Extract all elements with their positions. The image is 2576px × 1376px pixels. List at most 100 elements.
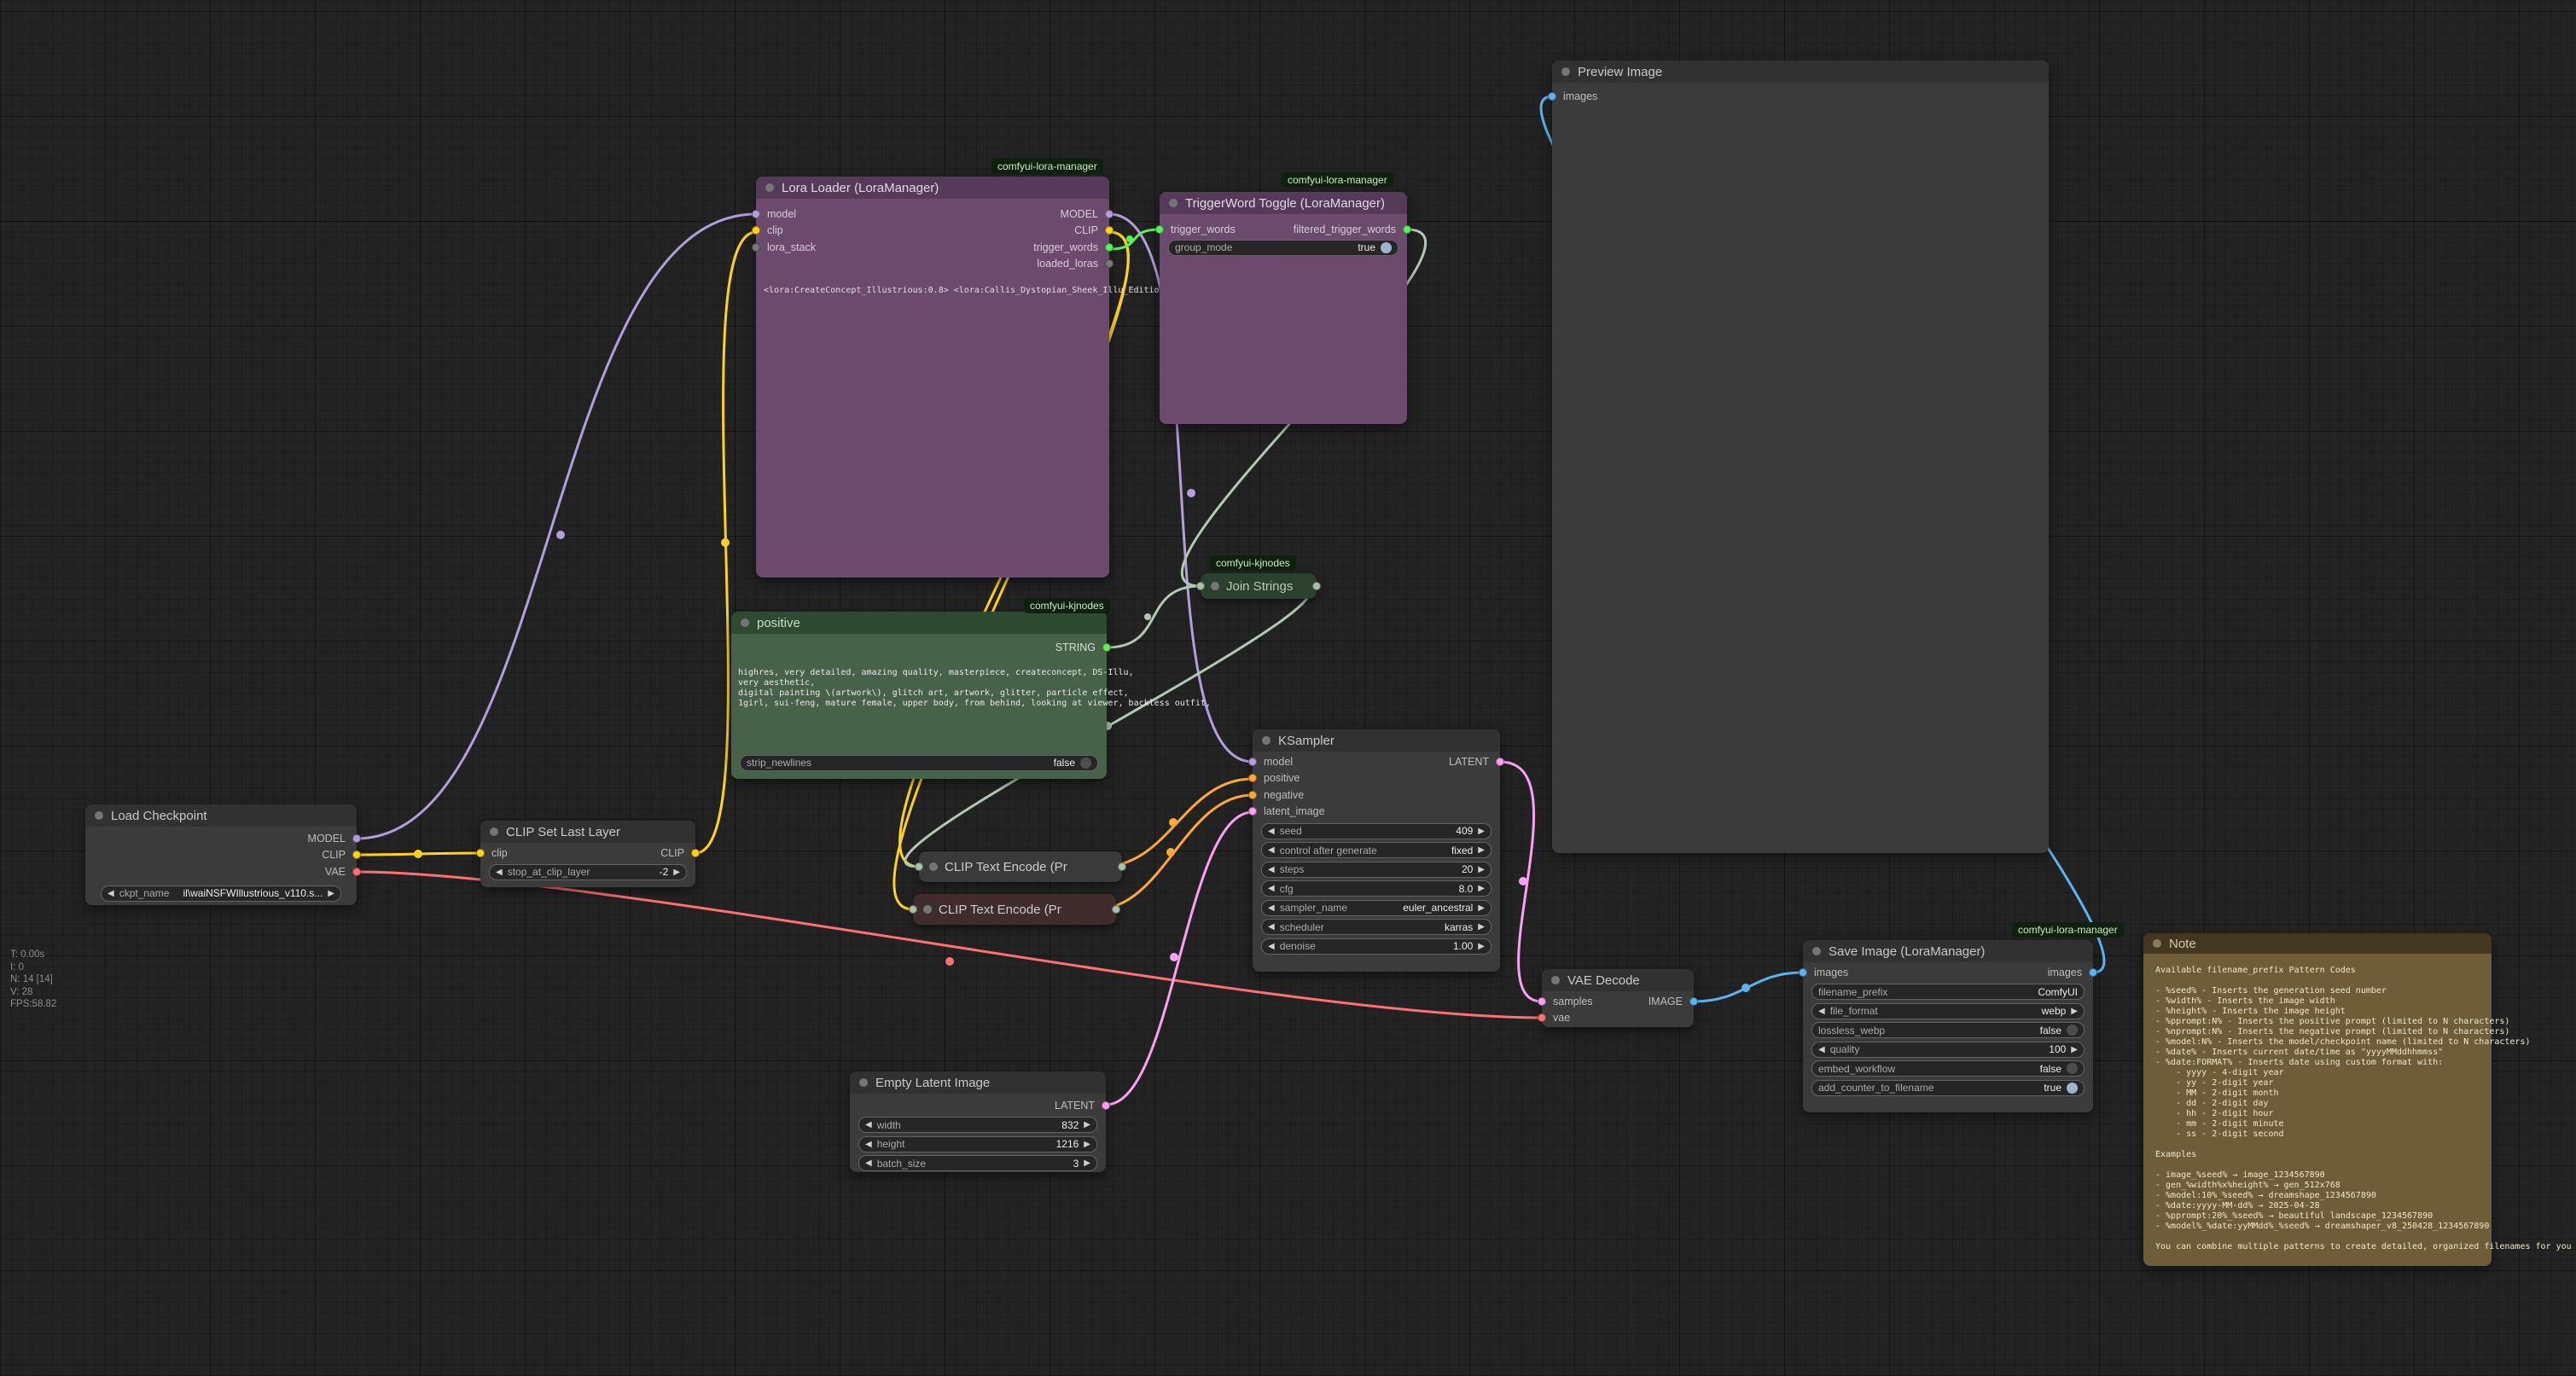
decrement-arrow-icon[interactable]: ◀	[865, 1158, 872, 1168]
node-titlebar[interactable]: Empty Latent Image	[850, 1071, 1106, 1094]
port-filtered-trigger-words-out[interactable]	[1403, 225, 1411, 234]
stop-at-clip-layer-widget[interactable]: ◀ stop_at_clip_layer -2 ▶	[489, 864, 687, 880]
increment-arrow-icon[interactable]: ▶	[1084, 1140, 1090, 1149]
port-trigger-words-in[interactable]	[1155, 225, 1164, 234]
node-titlebar[interactable]: CLIP Set Last Layer	[480, 821, 695, 843]
collapse-dot[interactable]	[929, 862, 938, 871]
collapse-dot[interactable]	[1211, 582, 1219, 590]
lossless-webp-widget[interactable]: lossless_webp false	[1811, 1022, 2085, 1038]
group-mode-widget[interactable]: group_mode true	[1168, 240, 1398, 256]
decrement-arrow-icon[interactable]: ◀	[865, 1140, 872, 1149]
node-empty-latent-image[interactable]: Empty Latent Image LATENT ◀ width 832 ▶ …	[850, 1071, 1106, 1172]
toggle-knob[interactable]	[2067, 1025, 2078, 1036]
port-images-in[interactable]	[1799, 968, 1807, 977]
decrement-arrow-icon[interactable]: ◀	[1268, 903, 1275, 913]
port-negative-in[interactable]	[1248, 791, 1257, 799]
increment-arrow-icon[interactable]: ▶	[1478, 827, 1485, 836]
port-model-out[interactable]	[352, 834, 361, 843]
cfg-widget[interactable]: ◀ cfg 8.0 ▶	[1261, 880, 1492, 897]
control-after-generate-widget[interactable]: ◀ control after generate fixed ▶	[1261, 842, 1492, 858]
port-model-in[interactable]	[752, 210, 760, 218]
strip-newlines-widget[interactable]: strip_newlines false	[740, 755, 1098, 771]
port-vae-out[interactable]	[352, 868, 361, 876]
collapse-dot[interactable]	[765, 183, 774, 192]
collapse-dot[interactable]	[1561, 67, 1570, 76]
decrement-arrow-icon[interactable]: ◀	[1268, 922, 1275, 932]
height-widget[interactable]: ◀ height 1216 ▶	[858, 1136, 1097, 1152]
decrement-arrow-icon[interactable]: ◀	[1268, 865, 1275, 874]
port-samples-in[interactable]	[1538, 997, 1546, 1006]
collapse-dot[interactable]	[923, 905, 932, 914]
collapse-dot[interactable]	[1262, 736, 1271, 745]
port-loaded-loras-out[interactable]	[1105, 259, 1114, 268]
node-positive-prompt[interactable]: positive STRING highres, very detailed, …	[731, 612, 1107, 779]
node-clip-text-encode-positive[interactable]: CLIP Text Encode (Pr	[919, 851, 1122, 882]
collapse-dot[interactable]	[95, 811, 103, 820]
node-titlebar[interactable]: Preview Image	[1552, 61, 2049, 83]
collapse-dot[interactable]	[1551, 976, 1560, 984]
sampler-name-widget[interactable]: ◀ sampler_name euler_ancestral ▶	[1261, 900, 1492, 916]
port-strings-in[interactable]	[1196, 582, 1205, 590]
node-titlebar[interactable]: TriggerWord Toggle (LoraManager)	[1160, 192, 1407, 214]
increment-arrow-icon[interactable]: ▶	[328, 889, 334, 898]
node-titlebar[interactable]: KSampler	[1253, 729, 1500, 752]
filename-prefix-widget[interactable]: filename_prefix ComfyUI	[1811, 984, 2085, 1000]
node-preview-image[interactable]: Preview Image images	[1552, 61, 2049, 853]
node-graph-canvas[interactable]: T: 0.00s I: 0 N: 14 [14] V: 28 FPS:58.82…	[0, 0, 2576, 1376]
collapse-dot[interactable]	[2153, 939, 2161, 948]
quality-widget[interactable]: ◀ quality 100 ▶	[1811, 1042, 2085, 1058]
decrement-arrow-icon[interactable]: ◀	[496, 868, 503, 877]
decrement-arrow-icon[interactable]: ◀	[1268, 942, 1275, 951]
port-latent-out[interactable]	[1496, 758, 1504, 766]
collapse-dot[interactable]	[490, 827, 498, 836]
collapse-dot[interactable]	[859, 1078, 868, 1087]
decrement-arrow-icon[interactable]: ◀	[1818, 1007, 1825, 1016]
port-trigger-words-out[interactable]	[1105, 243, 1114, 252]
add-counter-to-filename-widget[interactable]: add_counter_to_filename true	[1811, 1080, 2085, 1096]
increment-arrow-icon[interactable]: ▶	[1478, 942, 1485, 951]
decrement-arrow-icon[interactable]: ◀	[1268, 884, 1275, 893]
node-titlebar[interactable]: Lora Loader (LoraManager)	[756, 177, 1109, 199]
port-string-out[interactable]	[1102, 643, 1111, 652]
port-vae-in[interactable]	[1538, 1013, 1546, 1022]
node-clip-set-last-layer[interactable]: CLIP Set Last Layer clip CLIP ◀ stop_at_…	[480, 821, 695, 887]
width-widget[interactable]: ◀ width 832 ▶	[858, 1117, 1097, 1133]
node-titlebar[interactable]: Save Image (LoraManager)	[1803, 940, 2093, 962]
port-latent-image-in[interactable]	[1248, 807, 1257, 816]
toggle-knob[interactable]	[1381, 242, 1392, 253]
node-titlebar[interactable]: Note	[2143, 933, 2492, 954]
node-clip-text-encode-negative[interactable]: CLIP Text Encode (Pr	[913, 894, 1116, 925]
collapse-dot[interactable]	[1812, 947, 1821, 955]
port-lora-stack-in[interactable]	[752, 243, 760, 252]
seed-widget[interactable]: ◀ seed 409 ▶	[1261, 823, 1492, 839]
decrement-arrow-icon[interactable]: ◀	[865, 1120, 872, 1129]
increment-arrow-icon[interactable]: ▶	[2071, 1045, 2078, 1054]
port-model-out[interactable]	[1105, 210, 1114, 218]
ckpt-name-widget[interactable]: ◀ ckpt_name il\waiNSFWIllustrious_v110.s…	[101, 885, 341, 902]
port-clip-out[interactable]	[1105, 226, 1114, 235]
increment-arrow-icon[interactable]: ▶	[1478, 903, 1485, 913]
node-note[interactable]: Note Available filename_prefix Pattern C…	[2143, 933, 2492, 1266]
increment-arrow-icon[interactable]: ▶	[673, 868, 680, 877]
increment-arrow-icon[interactable]: ▶	[1478, 884, 1485, 893]
port-clip-in[interactable]	[752, 226, 760, 235]
collapse-dot[interactable]	[741, 618, 749, 627]
node-titlebar[interactable]: Load Checkpoint	[85, 804, 357, 827]
decrement-arrow-icon[interactable]: ◀	[1818, 1045, 1825, 1054]
port-conditioning-out[interactable]	[1118, 862, 1126, 871]
port-in[interactable]	[915, 862, 923, 871]
port-in[interactable]	[909, 905, 917, 914]
node-vae-decode[interactable]: VAE Decode samples IMAGE vae	[1542, 969, 1694, 1027]
collapse-dot[interactable]	[1169, 199, 1178, 207]
node-ksampler[interactable]: KSampler model LATENT positive negative …	[1253, 729, 1500, 972]
port-model-in[interactable]	[1248, 758, 1257, 766]
port-clip-out[interactable]	[352, 851, 361, 859]
port-positive-in[interactable]	[1248, 774, 1257, 782]
node-lora-loader[interactable]: Lora Loader (LoraManager) model MODEL cl…	[756, 177, 1109, 578]
steps-widget[interactable]: ◀ steps 20 ▶	[1261, 862, 1492, 878]
port-conditioning-out[interactable]	[1112, 905, 1120, 914]
node-titlebar[interactable]: positive	[731, 612, 1107, 634]
lora-syntax-text[interactable]: <lora:CreateConcept_Illustrious:0.8> <lo…	[764, 286, 1190, 296]
port-image-out[interactable]	[1689, 997, 1698, 1006]
decrement-arrow-icon[interactable]: ◀	[1268, 845, 1275, 855]
